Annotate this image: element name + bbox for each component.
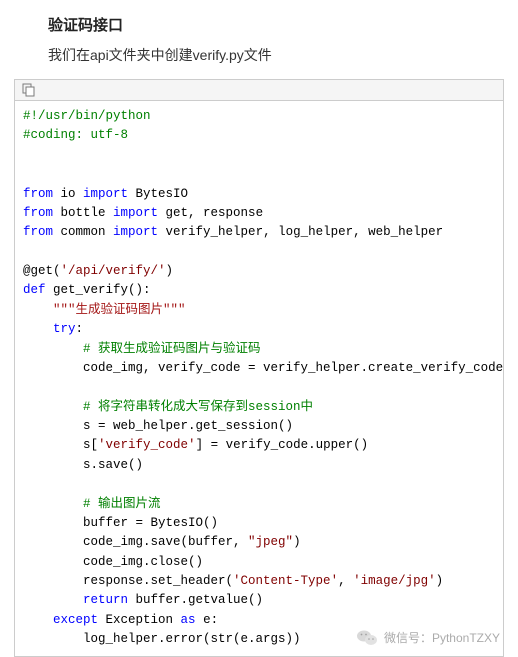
code-text: , (338, 574, 353, 588)
code-text: e: (196, 613, 219, 627)
code-keyword: import (113, 225, 158, 239)
code-comment: #coding: utf-8 (23, 128, 128, 142)
code-text: ) (166, 264, 174, 278)
code-keyword: try (53, 322, 76, 336)
code-keyword: except (53, 613, 98, 627)
code-text: ) (436, 574, 444, 588)
code-text: Exception (98, 613, 181, 627)
code-comment: # 输出图片流 (83, 497, 161, 511)
code-keyword: return (83, 593, 128, 607)
code-string: 'verify_code' (98, 438, 196, 452)
code-toolbar (15, 80, 503, 101)
code-text: get_verify(): (46, 283, 151, 297)
code-text: @get( (23, 264, 61, 278)
code-text: get, response (158, 206, 263, 220)
code-text: ] = verify_code.upper() (196, 438, 369, 452)
code-comment: # 获取生成验证码图片与验证码 (83, 342, 261, 356)
code-text: verify_helper, log_helper, web_helper (158, 225, 443, 239)
code-text: s[ (83, 438, 98, 452)
code-text: code_img.save(buffer, (83, 535, 248, 549)
code-text: code_img, verify_code = verify_helper.cr… (83, 361, 503, 375)
code-text: log_helper.error(str(e.args)) (83, 632, 301, 646)
code-text: common (53, 225, 113, 239)
section-subtitle: 我们在api文件夹中创建verify.py文件 (48, 45, 518, 65)
code-keyword: as (181, 613, 196, 627)
code-keyword: import (113, 206, 158, 220)
code-text: buffer = BytesIO() (83, 516, 218, 530)
article-header: 验证码接口 我们在api文件夹中创建verify.py文件 (0, 0, 518, 79)
code-text: BytesIO (128, 187, 188, 201)
code-keyword: from (23, 206, 53, 220)
code-comment: #!/usr/bin/python (23, 109, 151, 123)
code-container: #!/usr/bin/python #coding: utf-8 from io… (14, 79, 504, 657)
code-text: s = web_helper.get_session() (83, 419, 293, 433)
section-title: 验证码接口 (48, 14, 518, 35)
copy-icon[interactable] (21, 83, 497, 97)
code-string: 'Content-Type' (233, 574, 338, 588)
code-text: : (76, 322, 84, 336)
code-keyword: def (23, 283, 46, 297)
code-comment: # 将字符串转化成大写保存到session中 (83, 400, 313, 414)
code-docstring: """生成验证码图片""" (53, 303, 186, 317)
code-string: 'image/jpg' (353, 574, 436, 588)
code-string: "jpeg" (248, 535, 293, 549)
code-text: io (53, 187, 83, 201)
code-text: bottle (53, 206, 113, 220)
code-text: response.set_header( (83, 574, 233, 588)
code-text: s.save() (83, 458, 143, 472)
code-string: '/api/verify/' (61, 264, 166, 278)
code-keyword: import (83, 187, 128, 201)
code-text: buffer.getvalue() (128, 593, 263, 607)
code-keyword: from (23, 225, 53, 239)
code-text: code_img.close() (83, 555, 203, 569)
code-text: ) (293, 535, 301, 549)
code-keyword: from (23, 187, 53, 201)
code-block: #!/usr/bin/python #coding: utf-8 from io… (15, 101, 503, 656)
